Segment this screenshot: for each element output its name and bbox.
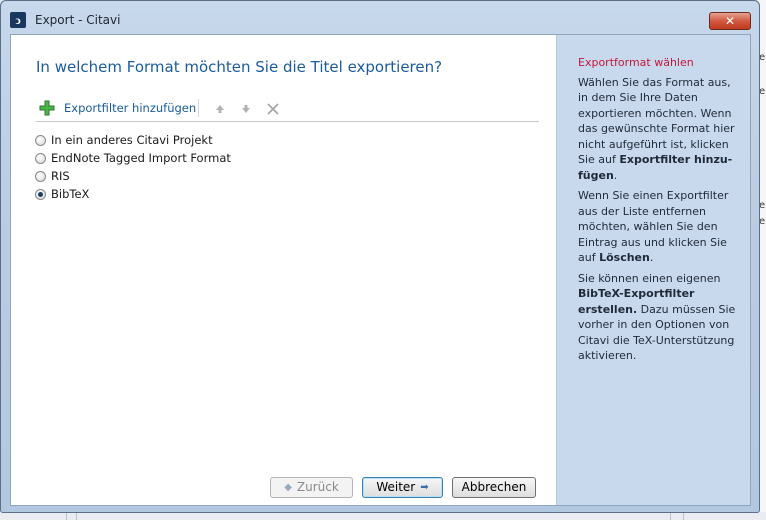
- background-app-bottom: [0, 512, 766, 520]
- radio-button[interactable]: [35, 134, 46, 146]
- toolbar-separator: [198, 99, 199, 117]
- close-button[interactable]: ✕: [709, 12, 751, 30]
- cancel-button[interactable]: Abbrechen: [452, 477, 536, 498]
- add-export-filter-label: Exportfilter hinzufügen: [64, 101, 197, 115]
- format-option-citavi[interactable]: In ein anderes Citavi Projekt: [35, 131, 231, 149]
- back-button-label: Zurück: [296, 480, 339, 494]
- cancel-button-label: Abbrechen: [461, 480, 527, 494]
- help-text: .: [649, 251, 654, 264]
- format-option-label: EndNote Tagged Import Format: [51, 151, 231, 165]
- plus-icon: [39, 100, 55, 116]
- help-text: Sie können einen eigenen: [578, 271, 721, 285]
- help-paragraph: Wenn Sie einen Exportfilter aus der List…: [578, 188, 740, 266]
- format-option-label: BibTeX: [51, 187, 90, 201]
- filter-toolbar: Exportfilter hinzufügen: [36, 97, 539, 122]
- radio-button[interactable]: [35, 152, 46, 164]
- window-title: Export - Citavi: [35, 13, 121, 27]
- format-option-bibtex[interactable]: BibTeX: [35, 185, 231, 203]
- citavi-app-icon: ͻ: [10, 12, 26, 28]
- add-export-filter-button[interactable]: Exportfilter hinzufügen: [39, 100, 196, 116]
- help-emphasis: Löschen: [599, 251, 650, 264]
- next-arrow-icon: ➡: [420, 482, 429, 493]
- next-button[interactable]: Weiter ➡: [362, 477, 443, 498]
- help-paragraph: Wählen Sie das Format aus, in dem Sie Ih…: [578, 75, 740, 184]
- back-button[interactable]: ◆ Zurück: [270, 477, 353, 498]
- format-option-label: In ein anderes Citavi Projekt: [51, 133, 213, 147]
- help-panel: Exportformat wählen Wählen Sie das Forma…: [556, 35, 750, 505]
- back-arrow-icon: ◆: [284, 482, 292, 493]
- move-up-icon[interactable]: [213, 101, 227, 115]
- help-paragraph: Sie können einen eigenen BibTeX-Exportfi…: [578, 271, 740, 364]
- export-format-list: In ein anderes Citavi Projekt EndNote Ta…: [35, 131, 231, 203]
- main-panel: In welchem Format möchten Sie die Titel …: [11, 35, 556, 505]
- help-title: Exportformat wählen: [578, 56, 694, 69]
- radio-button-selected[interactable]: [35, 188, 46, 200]
- radio-button[interactable]: [35, 170, 46, 182]
- format-option-ris[interactable]: RIS: [35, 167, 231, 185]
- dialog-client-area: In welchem Format möchten Sie die Titel …: [10, 34, 751, 506]
- format-option-label: RIS: [51, 169, 70, 183]
- page-title: In welchem Format möchten Sie die Titel …: [36, 58, 443, 76]
- help-text: .: [613, 168, 618, 182]
- format-option-endnote[interactable]: EndNote Tagged Import Format: [35, 149, 231, 167]
- move-down-icon[interactable]: [239, 101, 253, 115]
- title-bar[interactable]: ͻ Export - Citavi ✕: [1, 1, 759, 31]
- export-dialog: ͻ Export - Citavi ✕ In welchem Format mö…: [0, 0, 760, 513]
- next-button-label: Weiter: [376, 480, 416, 494]
- delete-icon[interactable]: [266, 101, 280, 115]
